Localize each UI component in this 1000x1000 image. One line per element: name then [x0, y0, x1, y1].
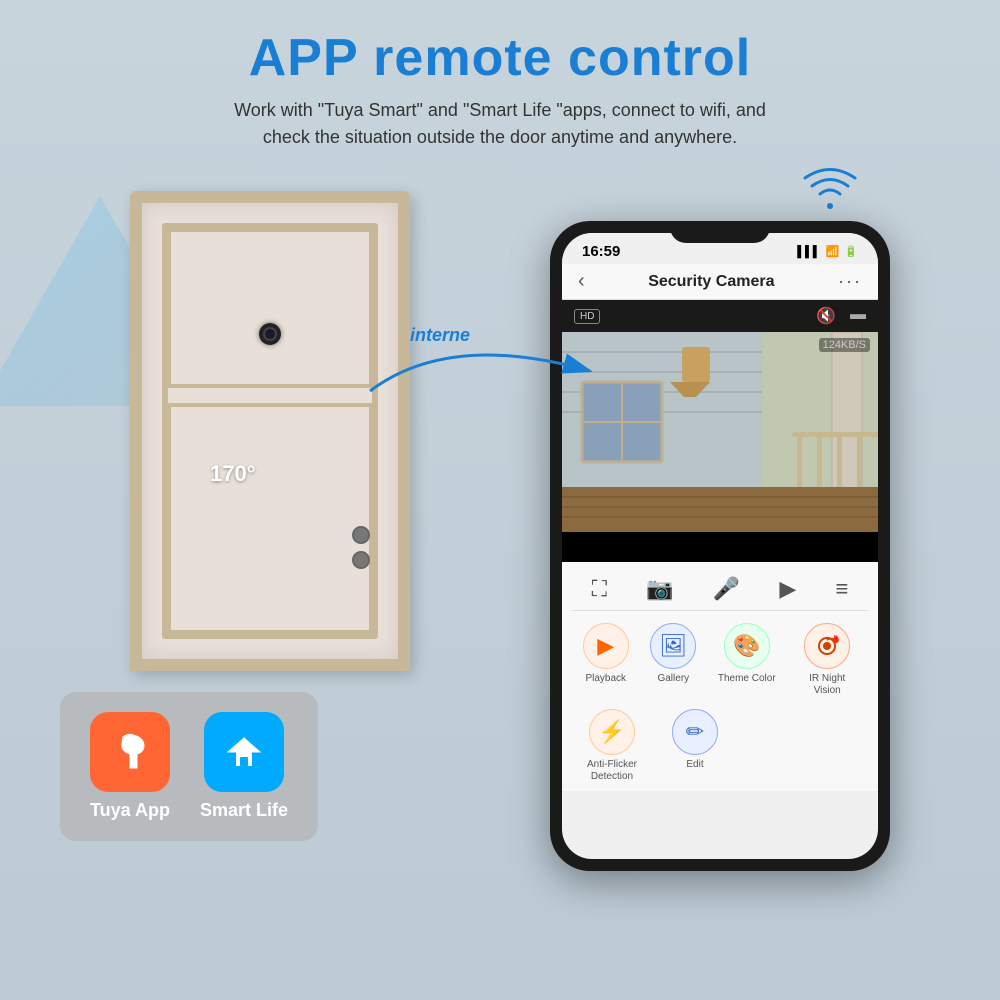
- divider: [572, 610, 868, 611]
- smartlife-logo-svg: [222, 730, 266, 774]
- door-wrapper: 170°: [100, 191, 440, 671]
- door-inner-bottom: [167, 403, 373, 634]
- antiflicker-label: Anti-Flicker Detection: [582, 759, 642, 783]
- mute-icon[interactable]: 🔇: [816, 306, 836, 326]
- ir-eye-svg: 6: [814, 635, 840, 657]
- content-area: 170° Tuya App: [0, 171, 1000, 871]
- toolbar-icons: 🔇 ▬: [816, 306, 866, 326]
- back-button[interactable]: ‹: [578, 270, 585, 293]
- feature-row-2: ⚡ Anti-Flicker Detection ✏ Edit: [562, 705, 878, 787]
- layout-icon[interactable]: ▬: [850, 306, 866, 326]
- theme-feature[interactable]: 🎨 Theme Color: [718, 623, 776, 697]
- camera-device: [259, 323, 281, 345]
- ir-feature[interactable]: 6 IR Night Vision: [797, 623, 857, 697]
- app-icons-section: Tuya App Smart Life: [60, 692, 318, 841]
- playback-feature[interactable]: ▶ Playback: [583, 623, 629, 697]
- battery-icon: 🔋: [844, 245, 858, 258]
- app-title: Security Camera: [648, 273, 774, 291]
- more-button[interactable]: ···: [838, 271, 862, 292]
- speed-display: 124KB/S: [819, 338, 870, 352]
- screenshot-ctrl[interactable]: 📷: [646, 576, 673, 602]
- door-frame: [130, 191, 410, 671]
- edit-feature[interactable]: ✏ Edit: [672, 709, 718, 783]
- gallery-feature[interactable]: 🖼 Gallery: [650, 623, 696, 697]
- tuya-icon: [90, 712, 170, 792]
- door-inner-top: [167, 228, 373, 388]
- video-black-bar: [562, 532, 878, 562]
- phone-notch: [670, 221, 770, 243]
- microphone-ctrl[interactable]: 🎤: [713, 576, 740, 602]
- signal-icon: ▌▌▌: [797, 246, 820, 258]
- wifi-status-icon: 📶: [826, 245, 840, 258]
- fullscreen-ctrl[interactable]: ⛶: [592, 576, 607, 602]
- tuya-logo-svg: [108, 730, 152, 774]
- door-section: 170° Tuya App: [0, 171, 520, 871]
- gallery-icon: 🖼: [650, 623, 696, 669]
- antiflicker-feature[interactable]: ⚡ Anti-Flicker Detection: [582, 709, 642, 783]
- status-time: 16:59: [582, 243, 620, 260]
- ir-icon: 6: [804, 623, 850, 669]
- phone-screen: 16:59 ▌▌▌ 📶 🔋 ‹ Security Camera ···: [562, 233, 878, 859]
- tuya-app-item[interactable]: Tuya App: [90, 712, 170, 821]
- record-icon: ▶: [779, 576, 796, 602]
- theme-icon: 🎨: [724, 623, 770, 669]
- fullscreen-icon: ⛶: [592, 576, 607, 602]
- camera-toolbar: HD 🔇 ▬: [562, 300, 878, 332]
- menu-icon: ≡: [836, 576, 849, 602]
- menu-ctrl[interactable]: ≡: [836, 576, 849, 602]
- screenshot-icon: 📷: [646, 576, 673, 602]
- feature-row: ▶ Playback 🖼 Gallery 🎨 Theme Color: [562, 615, 878, 705]
- record-ctrl[interactable]: ▶: [779, 576, 796, 602]
- smartlife-app-item[interactable]: Smart Life: [200, 712, 288, 821]
- ir-label: IR Night Vision: [797, 673, 857, 697]
- theme-label: Theme Color: [718, 673, 776, 685]
- hd-badge: HD: [574, 309, 600, 324]
- playback-label: Playback: [585, 673, 626, 685]
- status-icons: ▌▌▌ 📶 🔋: [797, 245, 858, 258]
- main-title: APP remote control: [0, 30, 1000, 87]
- playback-icon: ▶: [583, 623, 629, 669]
- phone-section: 16:59 ▌▌▌ 📶 🔋 ‹ Security Camera ···: [520, 161, 940, 871]
- control-row-top: ⛶ 📷 🎤 ▶ ≡: [562, 572, 878, 606]
- wifi-section: [800, 161, 860, 216]
- edit-icon: ✏: [672, 709, 718, 755]
- bottom-controls: ⛶ 📷 🎤 ▶ ≡: [562, 562, 878, 791]
- subtitle: Work with "Tuya Smart" and "Smart Life "…: [0, 97, 1000, 151]
- edit-label: Edit: [686, 759, 703, 771]
- fov-label: 170°: [210, 461, 256, 487]
- tuya-app-label: Tuya App: [90, 800, 170, 821]
- page-container: APP remote control Work with "Tuya Smart…: [0, 0, 1000, 1000]
- camera-feed: 124KB/S: [562, 332, 878, 532]
- smartlife-app-label: Smart Life: [200, 800, 288, 821]
- app-header: ‹ Security Camera ···: [562, 264, 878, 300]
- svg-text:6: 6: [834, 635, 838, 641]
- phone-mockup: 16:59 ▌▌▌ 📶 🔋 ‹ Security Camera ···: [550, 221, 890, 871]
- porch-scene-svg: [562, 332, 878, 532]
- microphone-icon: 🎤: [713, 576, 740, 602]
- antiflicker-icon: ⚡: [589, 709, 635, 755]
- smartlife-icon: [204, 712, 284, 792]
- header: APP remote control Work with "Tuya Smart…: [0, 0, 1000, 161]
- gallery-label: Gallery: [657, 673, 689, 685]
- wifi-icon: [800, 161, 860, 211]
